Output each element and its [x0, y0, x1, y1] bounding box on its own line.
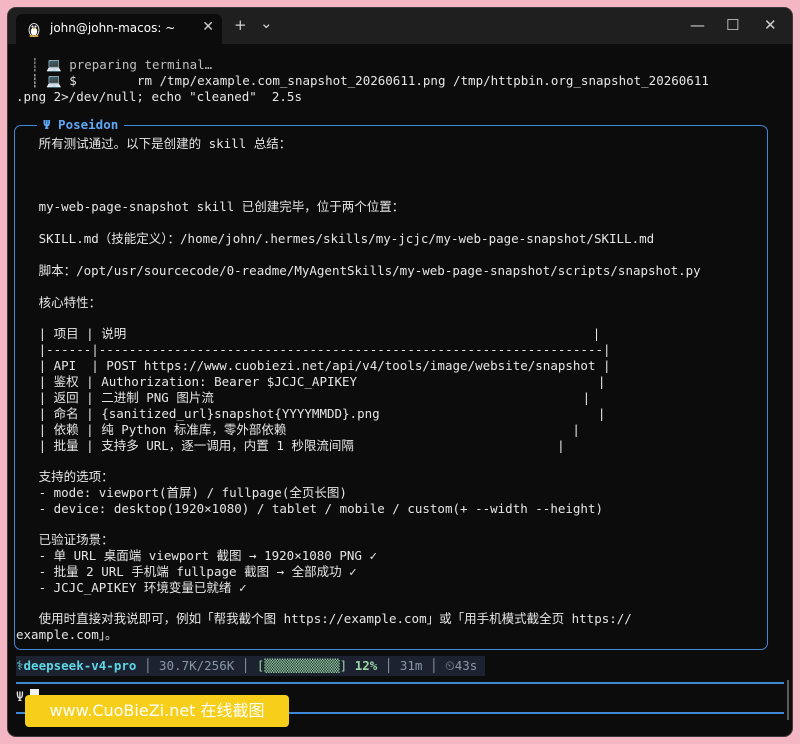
table-row: | 返回 | 二进制 PNG 图片流 | [16, 390, 591, 405]
minimize-icon[interactable]: — [690, 16, 705, 34]
table-row: |------|--------------------------------… [16, 342, 611, 357]
new-tab-icon[interactable]: + [234, 16, 247, 34]
response-line: my-web-page-snapshot skill 已创建完毕，位于两个位置： [16, 199, 405, 214]
terminal-tab[interactable]: john@john-macos: ~ ✕ [16, 14, 222, 44]
table-row: | 项目 | 说明 | [16, 326, 601, 341]
context-progress-bar: [▒▒▒▒▒▒▒▒▒▒] [256, 658, 348, 673]
response-line: - 批量 2 URL 手机端 fullpage 截图 → 全部成功 ✓ [16, 564, 357, 579]
response-line: 核心特性： [16, 295, 102, 310]
box-title: Ψ Poseidon [37, 117, 125, 132]
terminal-line: ┊ 💻 preparing terminal… [16, 57, 213, 72]
table-row: | 命名 | {sanitized_url}snapshot{YYYYMMDD}… [16, 406, 606, 421]
title-bar: john@john-macos: ~ ✕ + ⌄ — ☐ ✕ [8, 8, 792, 44]
table-row: | 鉴权 | Authorization: Bearer $JCJC_APIKE… [16, 374, 606, 389]
tab-title: john@john-macos: ~ [50, 21, 176, 35]
response-line: - mode: viewport(首屏) / fullpage(全页长图) [16, 485, 347, 500]
terminal-line: ┊ 💻 $ rm /tmp/example.com_snapshot_20260… [16, 73, 709, 88]
response-line: - JCJC_APIKEY 环境变量已就绪 ✓ [16, 580, 247, 595]
response-line: - 单 URL 桌面端 viewport 截图 → 1920×1080 PNG … [16, 548, 377, 563]
close-window-icon[interactable]: ✕ [764, 16, 777, 34]
response-line: example.com」。 [16, 627, 118, 642]
close-tab-icon[interactable]: ✕ [202, 19, 214, 35]
terminal-window: john@john-macos: ~ ✕ + ⌄ — ☐ ✕ ┊ 💻 prepa… [8, 8, 792, 736]
scrollbar[interactable] [787, 680, 789, 720]
timer-readout: ⏲43s [445, 658, 478, 673]
response-line: 已验证场景： [16, 532, 114, 547]
terminal-content[interactable]: ┊ 💻 preparing terminal… ┊ 💻 $ rm /tmp/ex… [8, 44, 792, 736]
maximize-icon[interactable]: ☐ [726, 16, 739, 34]
response-line: 使用时直接对我说即可，例如「帮我截个图 https://example.com」… [16, 611, 632, 626]
model-name: ⚕deepseek-v4-pro [16, 658, 137, 673]
response-line: SKILL.md（技能定义）：/home/john/.hermes/skills… [16, 231, 655, 246]
table-row: | 批量 | 支持多 URL，逐一调用，内置 1 秒限流间隔 | [16, 438, 565, 453]
elapsed-time: 31m [399, 658, 423, 673]
context-percent: 12% [354, 658, 378, 673]
response-line: 脚本：/opt/usr/sourcecode/0-readme/MyAgentS… [16, 263, 701, 278]
watermark: www.CuoBieZi.net 在线截图 [25, 695, 289, 727]
response-line: 所有测试通过。以下是创建的 skill 总结： [16, 136, 292, 151]
response-line: 支持的选项： [16, 469, 114, 484]
divider [16, 682, 784, 684]
table-row: | API | POST https://www.cuobiezi.net/ap… [16, 358, 611, 373]
token-count: 30.7K/256K [159, 658, 235, 673]
chevron-down-icon[interactable]: ⌄ [260, 14, 273, 32]
linux-penguin-icon [28, 23, 40, 37]
status-bar: ⚕deepseek-v4-pro │ 30.7K/256K │ [▒▒▒▒▒▒▒… [16, 656, 485, 676]
response-line: - device: desktop(1920×1080) / tablet / … [16, 501, 603, 516]
table-row: | 依赖 | 纯 Python 标准库，零外部依赖 | [16, 422, 580, 437]
prompt-symbol: Ψ [16, 690, 24, 705]
terminal-line: .png 2>/dev/null; echo "cleaned" 2.5s [16, 89, 302, 104]
